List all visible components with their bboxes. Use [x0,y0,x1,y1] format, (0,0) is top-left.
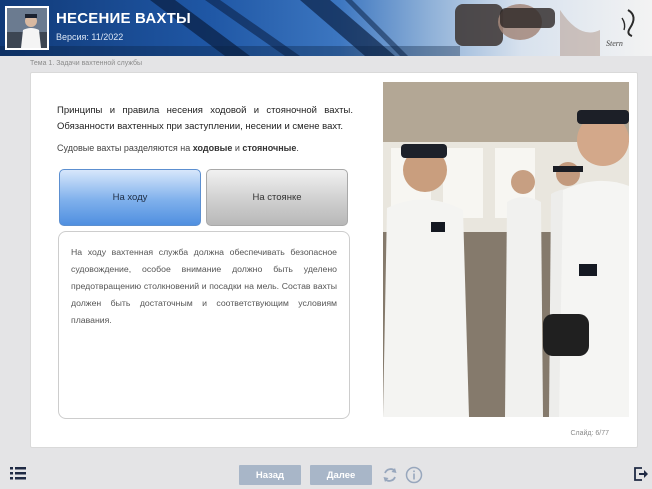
header-background-photo [0,0,600,56]
reload-icon[interactable] [381,466,399,484]
info-icon[interactable] [405,466,423,484]
app-version: Версия: 11/2022 [56,32,124,42]
next-button[interactable]: Далее [310,465,372,485]
menu-icon[interactable] [10,467,26,480]
breadcrumb: Тема 1. Задачи вахтенной службы [30,60,143,67]
subtitle-term-anchor: стояночные [242,143,297,153]
subtitle-prefix: Судовые вахты разделяются на [57,143,193,153]
bridge-crew-photo [383,82,629,417]
tab-at-anchor[interactable]: На стоянке [206,169,348,226]
course-thumbnail [5,6,49,50]
prev-button[interactable]: Назад [239,465,301,485]
exit-icon[interactable] [633,466,649,482]
tab-content-panel: На ходу вахтенная служба должна обеспечи… [58,231,350,419]
subtitle-suffix: . [296,143,299,153]
slide-subtitle: Судовые вахты разделяются на ходовые и с… [57,143,357,153]
subtitle-mid: и [232,143,243,153]
slide-intro: Принципы и правила несения ходовой и сто… [57,105,353,132]
app-title: НЕСЕНИЕ ВАХТЫ [56,10,191,27]
svg-text:Stern: Stern [606,39,623,48]
subtitle-term-underway: ходовые [192,143,233,153]
slide-counter: Слайд: 6/77 [570,430,609,437]
app-header: НЕСЕНИЕ ВАХТЫ Версия: 11/2022 Stern [0,0,652,56]
slide-card: Принципы и правила несения ходовой и сто… [30,72,638,448]
tab-content-text: На ходу вахтенная служба должна обеспечи… [71,247,337,325]
stern-logo: Stern [606,9,635,48]
tab-underway[interactable]: На ходу [59,169,201,226]
